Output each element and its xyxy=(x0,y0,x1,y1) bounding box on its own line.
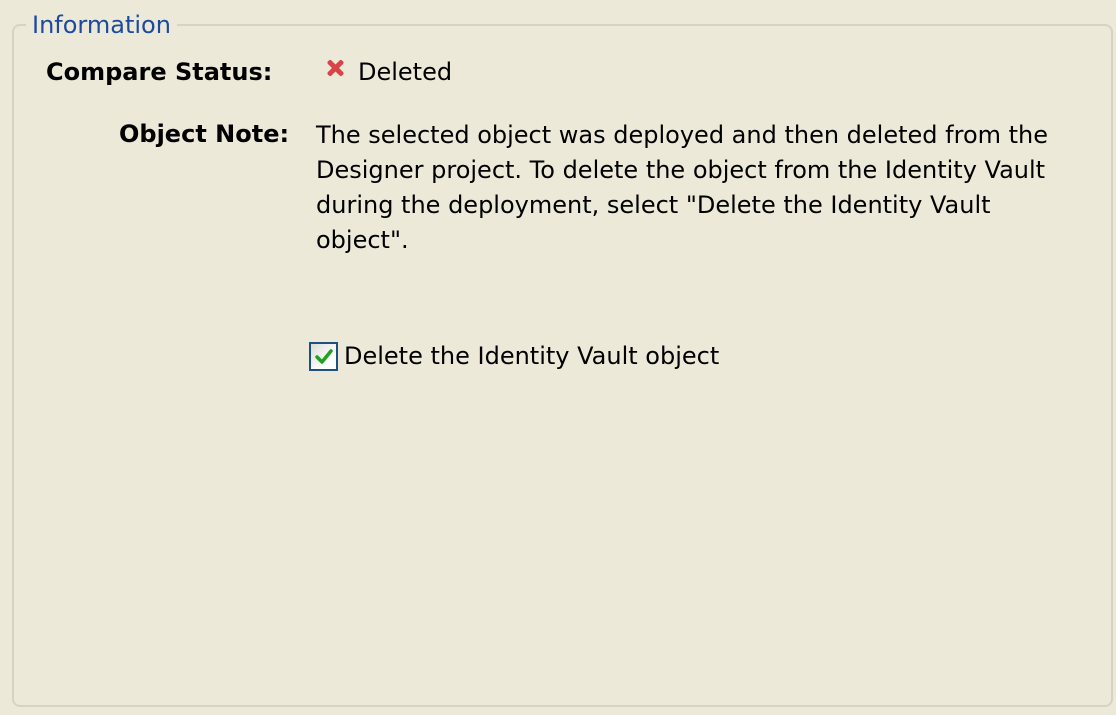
object-note-text: The selected object was deployed and the… xyxy=(316,121,1049,254)
delete-identity-vault-label[interactable]: Delete the Identity Vault object xyxy=(344,340,719,372)
group-title: Information xyxy=(26,9,177,41)
checkmark-icon xyxy=(315,348,333,364)
delete-identity-vault-option[interactable]: Delete the Identity Vault object xyxy=(309,340,719,372)
object-note-label: Object Note: xyxy=(119,120,290,148)
deleted-x-icon xyxy=(326,59,344,77)
delete-identity-vault-checkbox[interactable] xyxy=(309,341,338,371)
compare-status-label: Compare Status: xyxy=(46,58,273,86)
compare-status-value: Deleted xyxy=(326,56,452,88)
compare-status-text: Deleted xyxy=(358,58,453,86)
